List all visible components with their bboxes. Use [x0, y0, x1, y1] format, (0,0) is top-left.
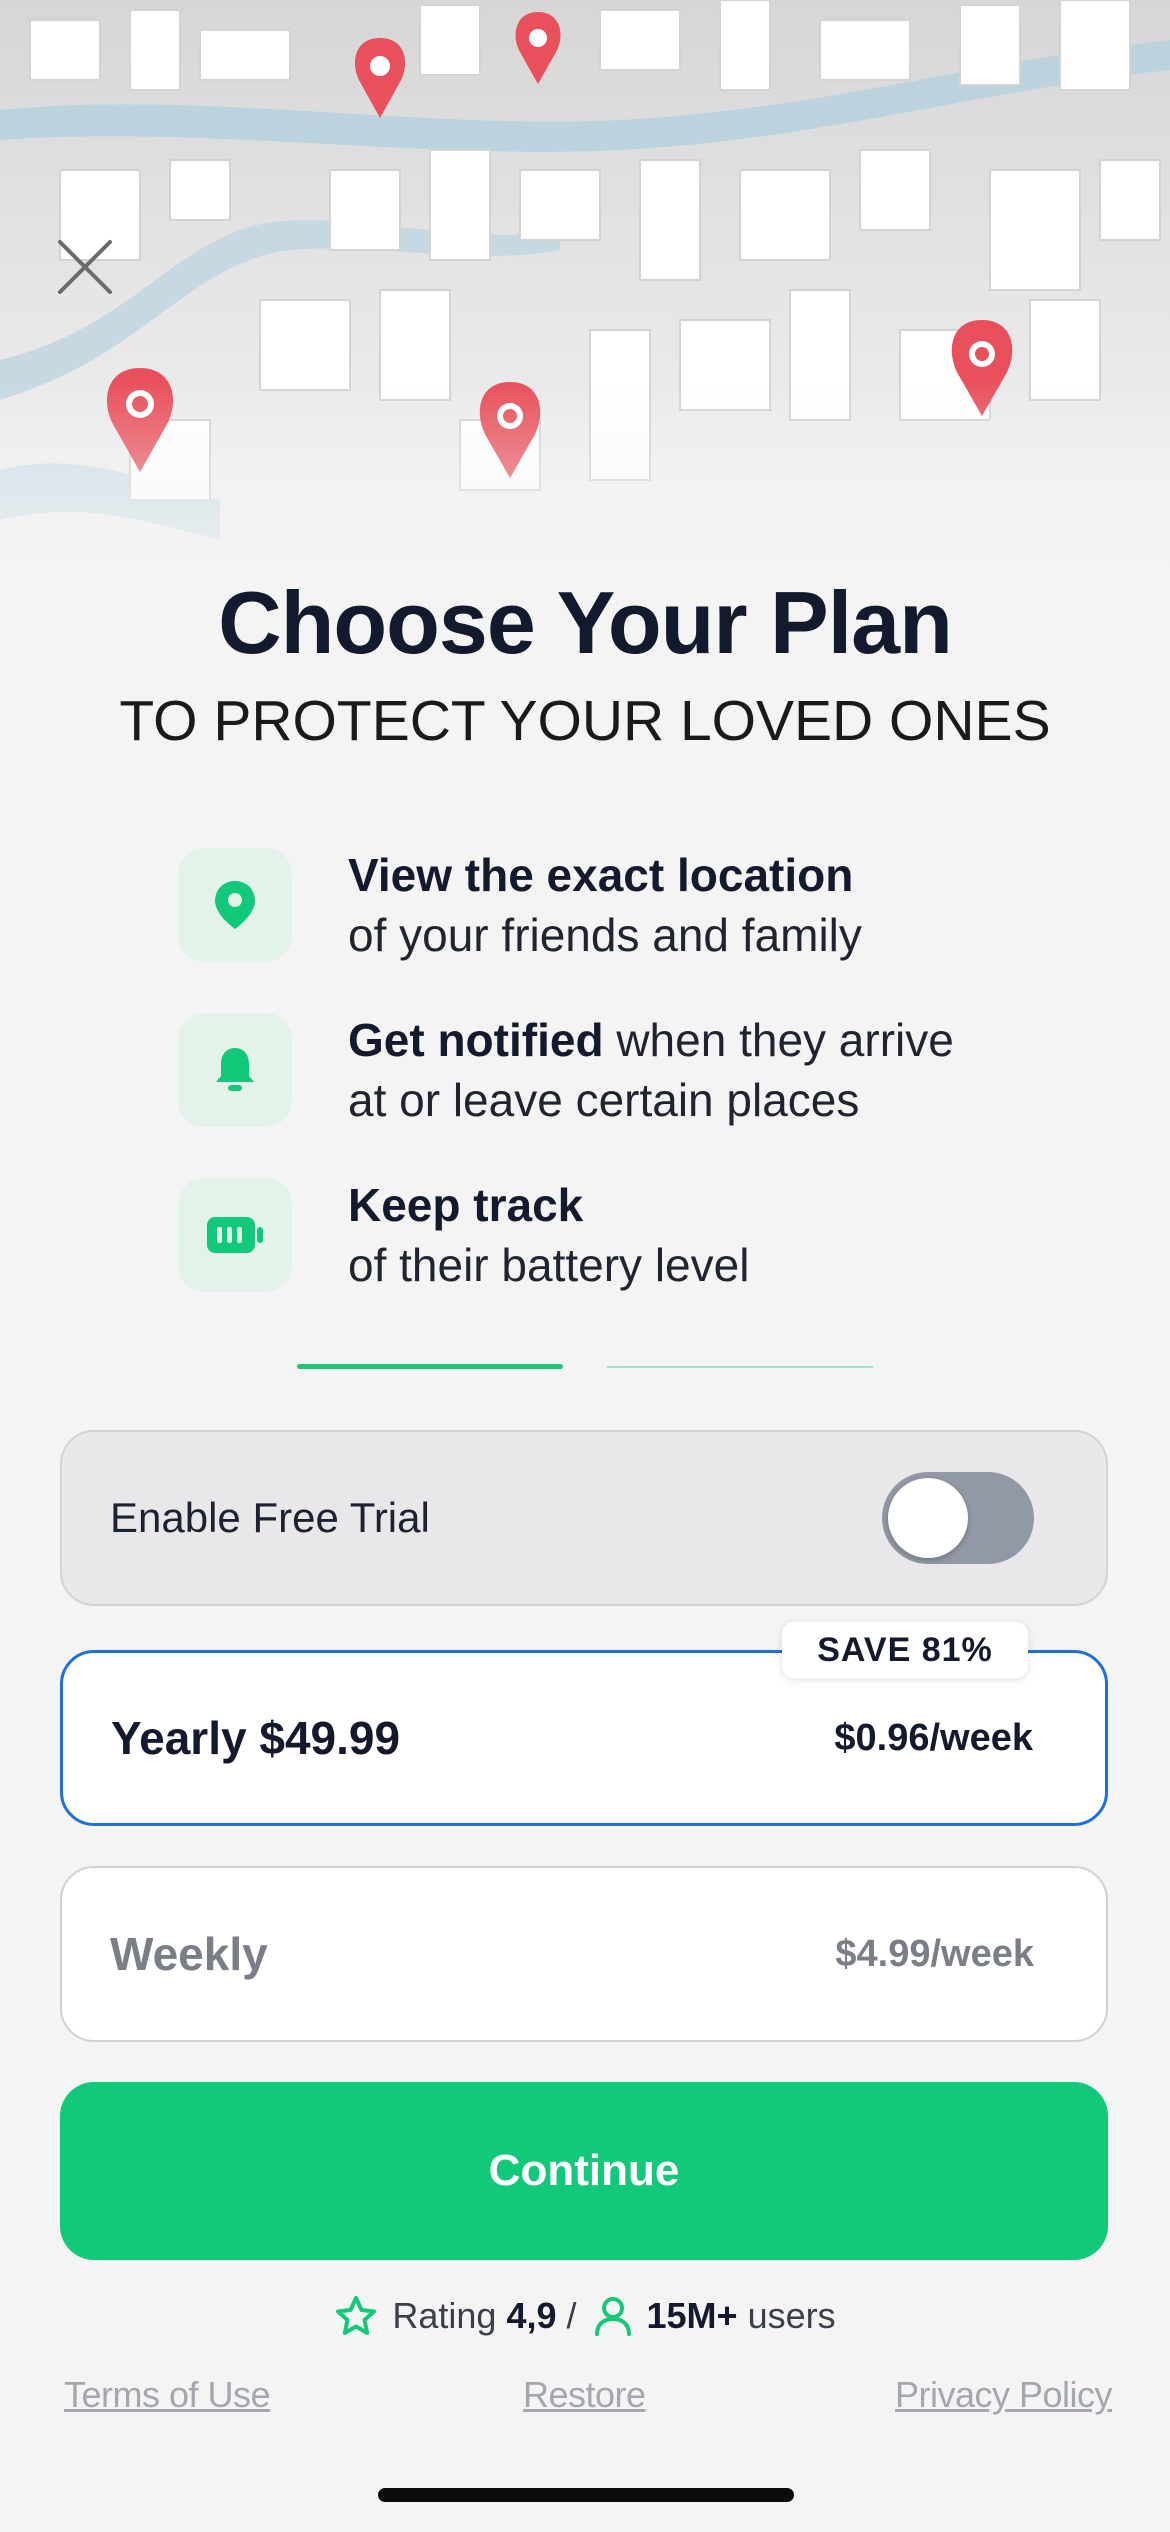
user-icon	[593, 2295, 633, 2337]
free-trial-row[interactable]: Enable Free Trial	[60, 1430, 1108, 1606]
battery-icon	[207, 1217, 263, 1253]
page-title: Choose Your Plan	[218, 573, 953, 672]
rating-row: Rating 4,9 / 15M+ users	[0, 2286, 1170, 2346]
page-subtitle: TO PROTECT YOUR LOVED ONES	[119, 689, 1051, 753]
feature-line2: at or leave certain places	[348, 1074, 860, 1126]
feature-list: View the exact location of your friends …	[178, 848, 1078, 1343]
privacy-policy-link[interactable]: Privacy Policy	[895, 2374, 1113, 2416]
plan-name: Yearly $49.99	[111, 1712, 401, 1764]
home-indicator	[378, 2488, 794, 2502]
plan-option-weekly[interactable]: Weekly $4.99/week	[60, 1866, 1108, 2042]
rating-value: 4,9	[506, 2295, 557, 2336]
restore-link[interactable]: Restore	[523, 2374, 646, 2416]
free-trial-toggle[interactable]	[882, 1472, 1034, 1564]
pager-indicator-inactive[interactable]	[607, 1366, 873, 1368]
close-icon	[58, 240, 112, 294]
terms-of-use-link[interactable]: Terms of Use	[64, 2374, 271, 2416]
rating-separator: /	[566, 2295, 577, 2336]
feature-icon-box	[178, 1013, 292, 1127]
feature-icon-box	[178, 1178, 292, 1292]
star-icon	[334, 2295, 378, 2337]
feature-bold: View the exact location	[348, 849, 854, 901]
plan-price: $4.99/week	[835, 1932, 1034, 1975]
city-map-graphic	[0, 0, 1170, 640]
plan-price: $0.96/week	[834, 1716, 1033, 1759]
plan-name: Weekly	[110, 1928, 268, 1980]
feature-item-location: View the exact location of your friends …	[178, 848, 1078, 962]
free-trial-label: Enable Free Trial	[110, 1494, 430, 1541]
toggle-knob	[888, 1478, 968, 1558]
feature-line2: of your friends and family	[348, 909, 862, 961]
feature-text: Keep track of their battery level	[348, 1175, 749, 1295]
feature-bold: Get notified	[348, 1014, 604, 1066]
save-badge: SAVE 81%	[782, 1622, 1028, 1678]
rating-label: Rating	[392, 2295, 497, 2336]
feature-text: View the exact location of your friends …	[348, 845, 862, 965]
feature-item-notifications: Get notified when they arrive at or leav…	[178, 1013, 1078, 1127]
feature-text: Get notified when they arrive at or leav…	[348, 1010, 954, 1130]
bell-icon	[216, 1048, 254, 1091]
hero-map-illustration	[0, 0, 1170, 640]
continue-button[interactable]: Continue	[60, 2082, 1108, 2260]
map-pin-icon	[515, 12, 561, 84]
close-button[interactable]	[50, 232, 120, 302]
feature-bold: Keep track	[348, 1179, 584, 1231]
pager-indicator-active[interactable]	[297, 1364, 563, 1369]
feature-rest: when they arrive	[603, 1014, 954, 1066]
feature-item-battery: Keep track of their battery level	[178, 1178, 1078, 1292]
location-pin-icon	[215, 881, 255, 929]
map-pin-icon	[354, 38, 406, 118]
users-label: users	[747, 2295, 836, 2336]
feature-line2: of their battery level	[348, 1239, 750, 1291]
feature-icon-box	[178, 848, 292, 962]
users-value: 15M+	[646, 2295, 738, 2336]
